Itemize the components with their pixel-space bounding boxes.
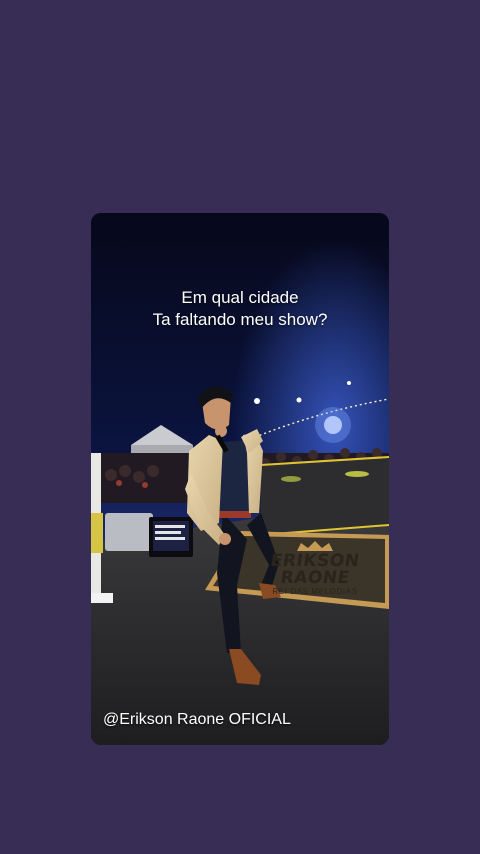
page: ERIKSON RAONE REI DAS MELODIAS Em qual c… — [0, 0, 480, 854]
banner-subtitle: REI DAS MELODIAS — [272, 587, 358, 596]
story-caption: Em qual cidade Ta faltando meu show? — [91, 287, 389, 331]
account-watermark: @Erikson Raone OFICIAL — [103, 711, 291, 728]
caption-line-1: Em qual cidade — [181, 288, 299, 307]
banner-brand-line2: RAONE — [279, 568, 351, 588]
story-media[interactable]: ERIKSON RAONE REI DAS MELODIAS Em qual c… — [91, 213, 389, 745]
caption-line-2: Ta faltando meu show? — [152, 310, 328, 329]
stage-banner-logo: ERIKSON RAONE REI DAS MELODIAS — [241, 540, 389, 600]
